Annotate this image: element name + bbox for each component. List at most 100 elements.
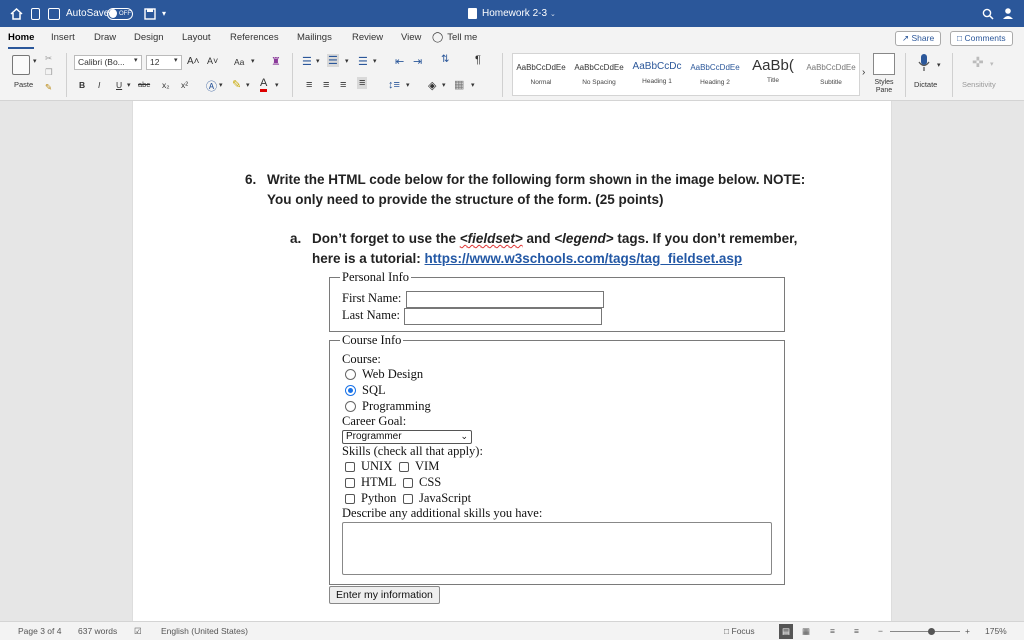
focus-button[interactable]: □ Focus: [724, 622, 755, 640]
checkbox-javascript[interactable]: [403, 494, 413, 504]
checkbox-python[interactable]: [345, 494, 355, 504]
font-name-select[interactable]: Calibri (Bo...: [74, 55, 142, 70]
superscript-button[interactable]: x²: [181, 80, 188, 90]
shading-icon[interactable]: ◈: [428, 79, 436, 92]
sensitivity-icon[interactable]: ✜: [972, 54, 984, 71]
align-left-icon[interactable]: ≡: [306, 79, 312, 91]
last-name-input[interactable]: [404, 308, 602, 325]
style-title[interactable]: AaBb( Title: [745, 54, 801, 95]
tab-view[interactable]: View: [401, 27, 421, 49]
sensitivity-dropdown-icon[interactable]: ▾: [990, 60, 994, 68]
share-button[interactable]: ↗ Share: [895, 31, 941, 46]
font-color-icon[interactable]: A: [260, 78, 267, 92]
decrease-indent-icon[interactable]: ⇤: [395, 55, 404, 68]
career-goal-select[interactable]: Programmer ⌄: [342, 430, 472, 444]
align-center-icon[interactable]: ≡: [323, 79, 329, 91]
cut-icon[interactable]: ✂: [45, 53, 52, 64]
styles-pane-icon[interactable]: [873, 53, 895, 75]
title-dropdown-icon[interactable]: ⌄: [550, 10, 556, 18]
tab-design[interactable]: Design: [134, 27, 164, 49]
style-no-spacing[interactable]: AaBbCcDdEe No Spacing: [571, 54, 627, 95]
multilevel-list-icon[interactable]: ☰: [358, 55, 368, 68]
tab-references[interactable]: References: [230, 27, 279, 49]
tab-insert[interactable]: Insert: [51, 27, 75, 49]
account-icon[interactable]: [1002, 0, 1014, 27]
tab-home[interactable]: Home: [8, 27, 34, 49]
zoom-level[interactable]: 175%: [985, 622, 1007, 640]
zoom-out-button[interactable]: −: [878, 622, 883, 640]
radio-web-design[interactable]: [345, 369, 356, 380]
increase-indent-icon[interactable]: ⇥: [413, 55, 422, 68]
justify-icon[interactable]: ≡: [357, 77, 367, 89]
line-spacing-icon[interactable]: ↕≡: [388, 79, 400, 91]
additional-skills-textarea[interactable]: [342, 522, 772, 575]
styles-more-icon[interactable]: ›: [862, 67, 865, 78]
shading-dropdown-icon[interactable]: ▾: [442, 81, 446, 89]
highlight-dropdown-icon[interactable]: ▾: [246, 81, 250, 89]
text-effects-dropdown-icon[interactable]: ▾: [219, 81, 223, 89]
font-size-dropdown-icon[interactable]: ▾: [174, 56, 178, 64]
change-case-dropdown-icon[interactable]: ▾: [251, 57, 255, 65]
tutorial-link[interactable]: https://www.w3schools.com/tags/tag_field…: [425, 251, 743, 266]
paste-icon[interactable]: [12, 55, 30, 75]
checkbox-vim[interactable]: [399, 462, 409, 472]
checkbox-css[interactable]: [403, 478, 413, 488]
language-indicator[interactable]: English (United States): [161, 622, 248, 640]
grow-font-button[interactable]: A˄: [187, 56, 200, 67]
font-color-dropdown-icon[interactable]: ▾: [275, 81, 279, 89]
format-painter-icon[interactable]: ✎: [45, 82, 52, 93]
zoom-slider-thumb[interactable]: [928, 628, 935, 635]
web-layout-icon[interactable]: ▦: [802, 622, 810, 640]
multilevel-dropdown-icon[interactable]: ▾: [373, 57, 377, 65]
subscript-button[interactable]: x₂: [162, 80, 170, 90]
change-case-button[interactable]: Aa: [234, 57, 244, 67]
numbering-icon[interactable]: ☰: [327, 54, 339, 67]
copy-icon[interactable]: ❐: [45, 67, 53, 78]
line-spacing-dropdown-icon[interactable]: ▾: [406, 81, 410, 89]
print-layout-icon[interactable]: ▤: [779, 624, 793, 639]
new-doc-icon[interactable]: [31, 0, 40, 27]
save-icon[interactable]: [144, 0, 156, 27]
page-count[interactable]: Page 3 of 4: [18, 622, 61, 640]
zoom-slider[interactable]: [890, 622, 960, 640]
style-normal[interactable]: AaBbCcDdEe Normal: [513, 54, 569, 95]
style-heading-2[interactable]: AaBbCcDdEe Heading 2: [687, 54, 743, 95]
radio-programming[interactable]: [345, 401, 356, 412]
outline-view-icon[interactable]: ≡: [830, 622, 835, 640]
font-name-dropdown-icon[interactable]: ▾: [134, 56, 138, 64]
first-name-input[interactable]: [406, 291, 604, 308]
autosave-toggle[interactable]: OFF: [107, 0, 133, 27]
zoom-in-button[interactable]: +: [965, 622, 970, 640]
align-right-icon[interactable]: ≡: [340, 79, 346, 91]
bullets-icon[interactable]: ☰: [302, 55, 312, 68]
proofing-icon[interactable]: ☑: [134, 622, 142, 640]
word-count[interactable]: 637 words: [78, 622, 117, 640]
tab-review[interactable]: Review: [352, 27, 383, 49]
borders-icon[interactable]: ▦: [454, 78, 464, 91]
dictate-dropdown-icon[interactable]: ▾: [937, 61, 941, 69]
style-heading-1[interactable]: AaBbCcDc Heading 1: [629, 54, 685, 95]
draft-view-icon[interactable]: ≡: [854, 622, 859, 640]
highlight-icon[interactable]: ✎: [232, 78, 241, 91]
tab-draw[interactable]: Draw: [94, 27, 116, 49]
italic-button[interactable]: I: [98, 80, 100, 90]
microphone-icon[interactable]: [917, 53, 931, 75]
tab-mailings[interactable]: Mailings: [297, 27, 332, 49]
underline-button[interactable]: U: [116, 80, 122, 90]
home-icon[interactable]: [10, 0, 23, 27]
sort-icon[interactable]: ⇅: [441, 54, 449, 65]
clear-formatting-icon[interactable]: ♜: [271, 55, 281, 68]
tab-layout[interactable]: Layout: [182, 27, 211, 49]
bold-button[interactable]: B: [79, 80, 85, 90]
comments-button[interactable]: □ Comments: [950, 31, 1013, 46]
text-effects-icon[interactable]: Ⓐ: [206, 78, 217, 94]
shrink-font-button[interactable]: A˅: [207, 56, 218, 66]
borders-dropdown-icon[interactable]: ▾: [471, 81, 475, 89]
edit-icon[interactable]: [48, 0, 60, 27]
underline-dropdown-icon[interactable]: ▾: [127, 81, 131, 89]
customize-toolbar-icon[interactable]: ▾: [162, 0, 166, 27]
radio-sql[interactable]: [345, 385, 356, 396]
paste-dropdown-icon[interactable]: ▾: [33, 57, 37, 65]
style-subtitle[interactable]: AaBbCcDdEe Subtitle: [803, 54, 859, 95]
strikethrough-button[interactable]: abc: [138, 80, 150, 89]
